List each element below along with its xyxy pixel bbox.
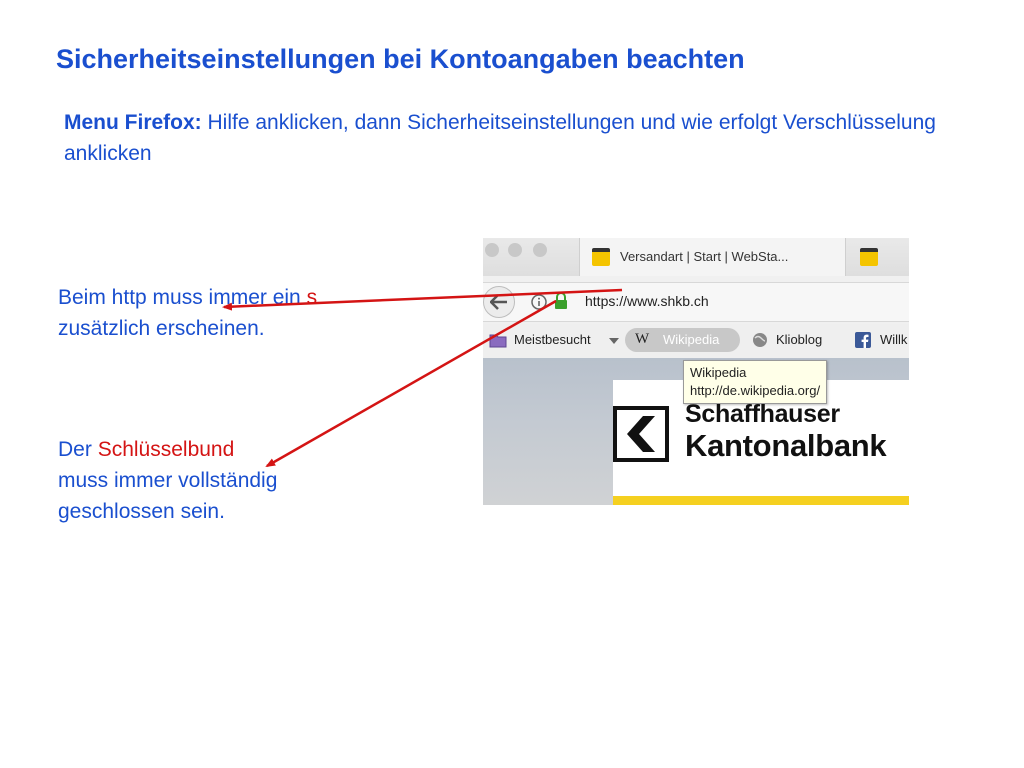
note-https-before: Beim http muss immer ein: [58, 286, 307, 309]
browser-tab[interactable]: Versandart | Start | WebSta... ×: [579, 238, 846, 276]
postfinance-favicon-icon: [592, 248, 610, 266]
url-bar: https://www.shkb.ch: [483, 282, 909, 322]
lock-icon[interactable]: [553, 292, 569, 310]
minimize-window-icon[interactable]: [508, 243, 522, 257]
globe-icon: [753, 333, 767, 347]
bookmark-most-visited[interactable]: Meistbesucht: [514, 332, 591, 347]
note-https-after: zusätzlich erscheinen.: [58, 317, 265, 340]
bank-name-line1: Schaffhauser: [685, 400, 840, 428]
yellow-stripe: [613, 496, 909, 505]
note-lock-before: Der: [58, 438, 98, 461]
intro-label: Menu Firefox:: [64, 111, 202, 134]
wikipedia-w-icon: W: [635, 331, 650, 347]
bookmark-cut[interactable]: Willk: [880, 332, 907, 347]
tooltip: Wikipedia http://de.wikipedia.org/: [683, 360, 828, 404]
maximize-window-icon[interactable]: [533, 243, 547, 257]
bookmarks-bar: Meistbesucht W Wikipedia Klioblog Willk: [483, 324, 909, 358]
facebook-icon: [855, 332, 871, 348]
note-lock-after: muss immer vollständig geschlossen sein.: [58, 469, 278, 523]
chevron-down-icon: [609, 338, 619, 344]
back-button[interactable]: [483, 286, 515, 318]
slide-title: Sicherheitseinstellungen bei Kontoangabe…: [56, 44, 745, 74]
bank-name-line2: Kantonalbank: [685, 428, 887, 463]
close-window-icon[interactable]: [485, 243, 499, 257]
info-icon[interactable]: [531, 294, 547, 310]
note-lock: Der Schlüsselbund muss immer vollständig…: [58, 434, 288, 527]
bookmark-wikipedia[interactable]: Wikipedia: [663, 332, 719, 347]
back-arrow-icon: [490, 294, 507, 310]
browser-screenshot: Versandart | Start | WebSta... × https:/…: [483, 238, 909, 505]
bank-logo-icon: [613, 406, 669, 462]
note-lock-highlight: Schlüsselbund: [97, 438, 235, 461]
bookmark-klioblog[interactable]: Klioblog: [776, 332, 822, 347]
note-https: Beim http muss immer ein s zusätzlich er…: [58, 282, 328, 344]
url-input[interactable]: https://www.shkb.ch: [585, 293, 709, 309]
note-https-highlight: s: [306, 286, 318, 309]
tab-title: Versandart | Start | WebSta...: [620, 249, 789, 264]
tab-bar: Versandart | Start | WebSta... ×: [483, 238, 909, 276]
intro-text: Menu Firefox: Hilfe anklicken, dann Sich…: [64, 107, 964, 169]
next-tab-favicon-icon[interactable]: [860, 248, 878, 266]
bank-name: Schaffhauser Kantonalbank: [685, 400, 887, 463]
folder-icon: [489, 334, 507, 348]
tooltip-line1: Wikipedia: [690, 365, 747, 380]
tooltip-line2: http://de.wikipedia.org/: [690, 383, 821, 398]
